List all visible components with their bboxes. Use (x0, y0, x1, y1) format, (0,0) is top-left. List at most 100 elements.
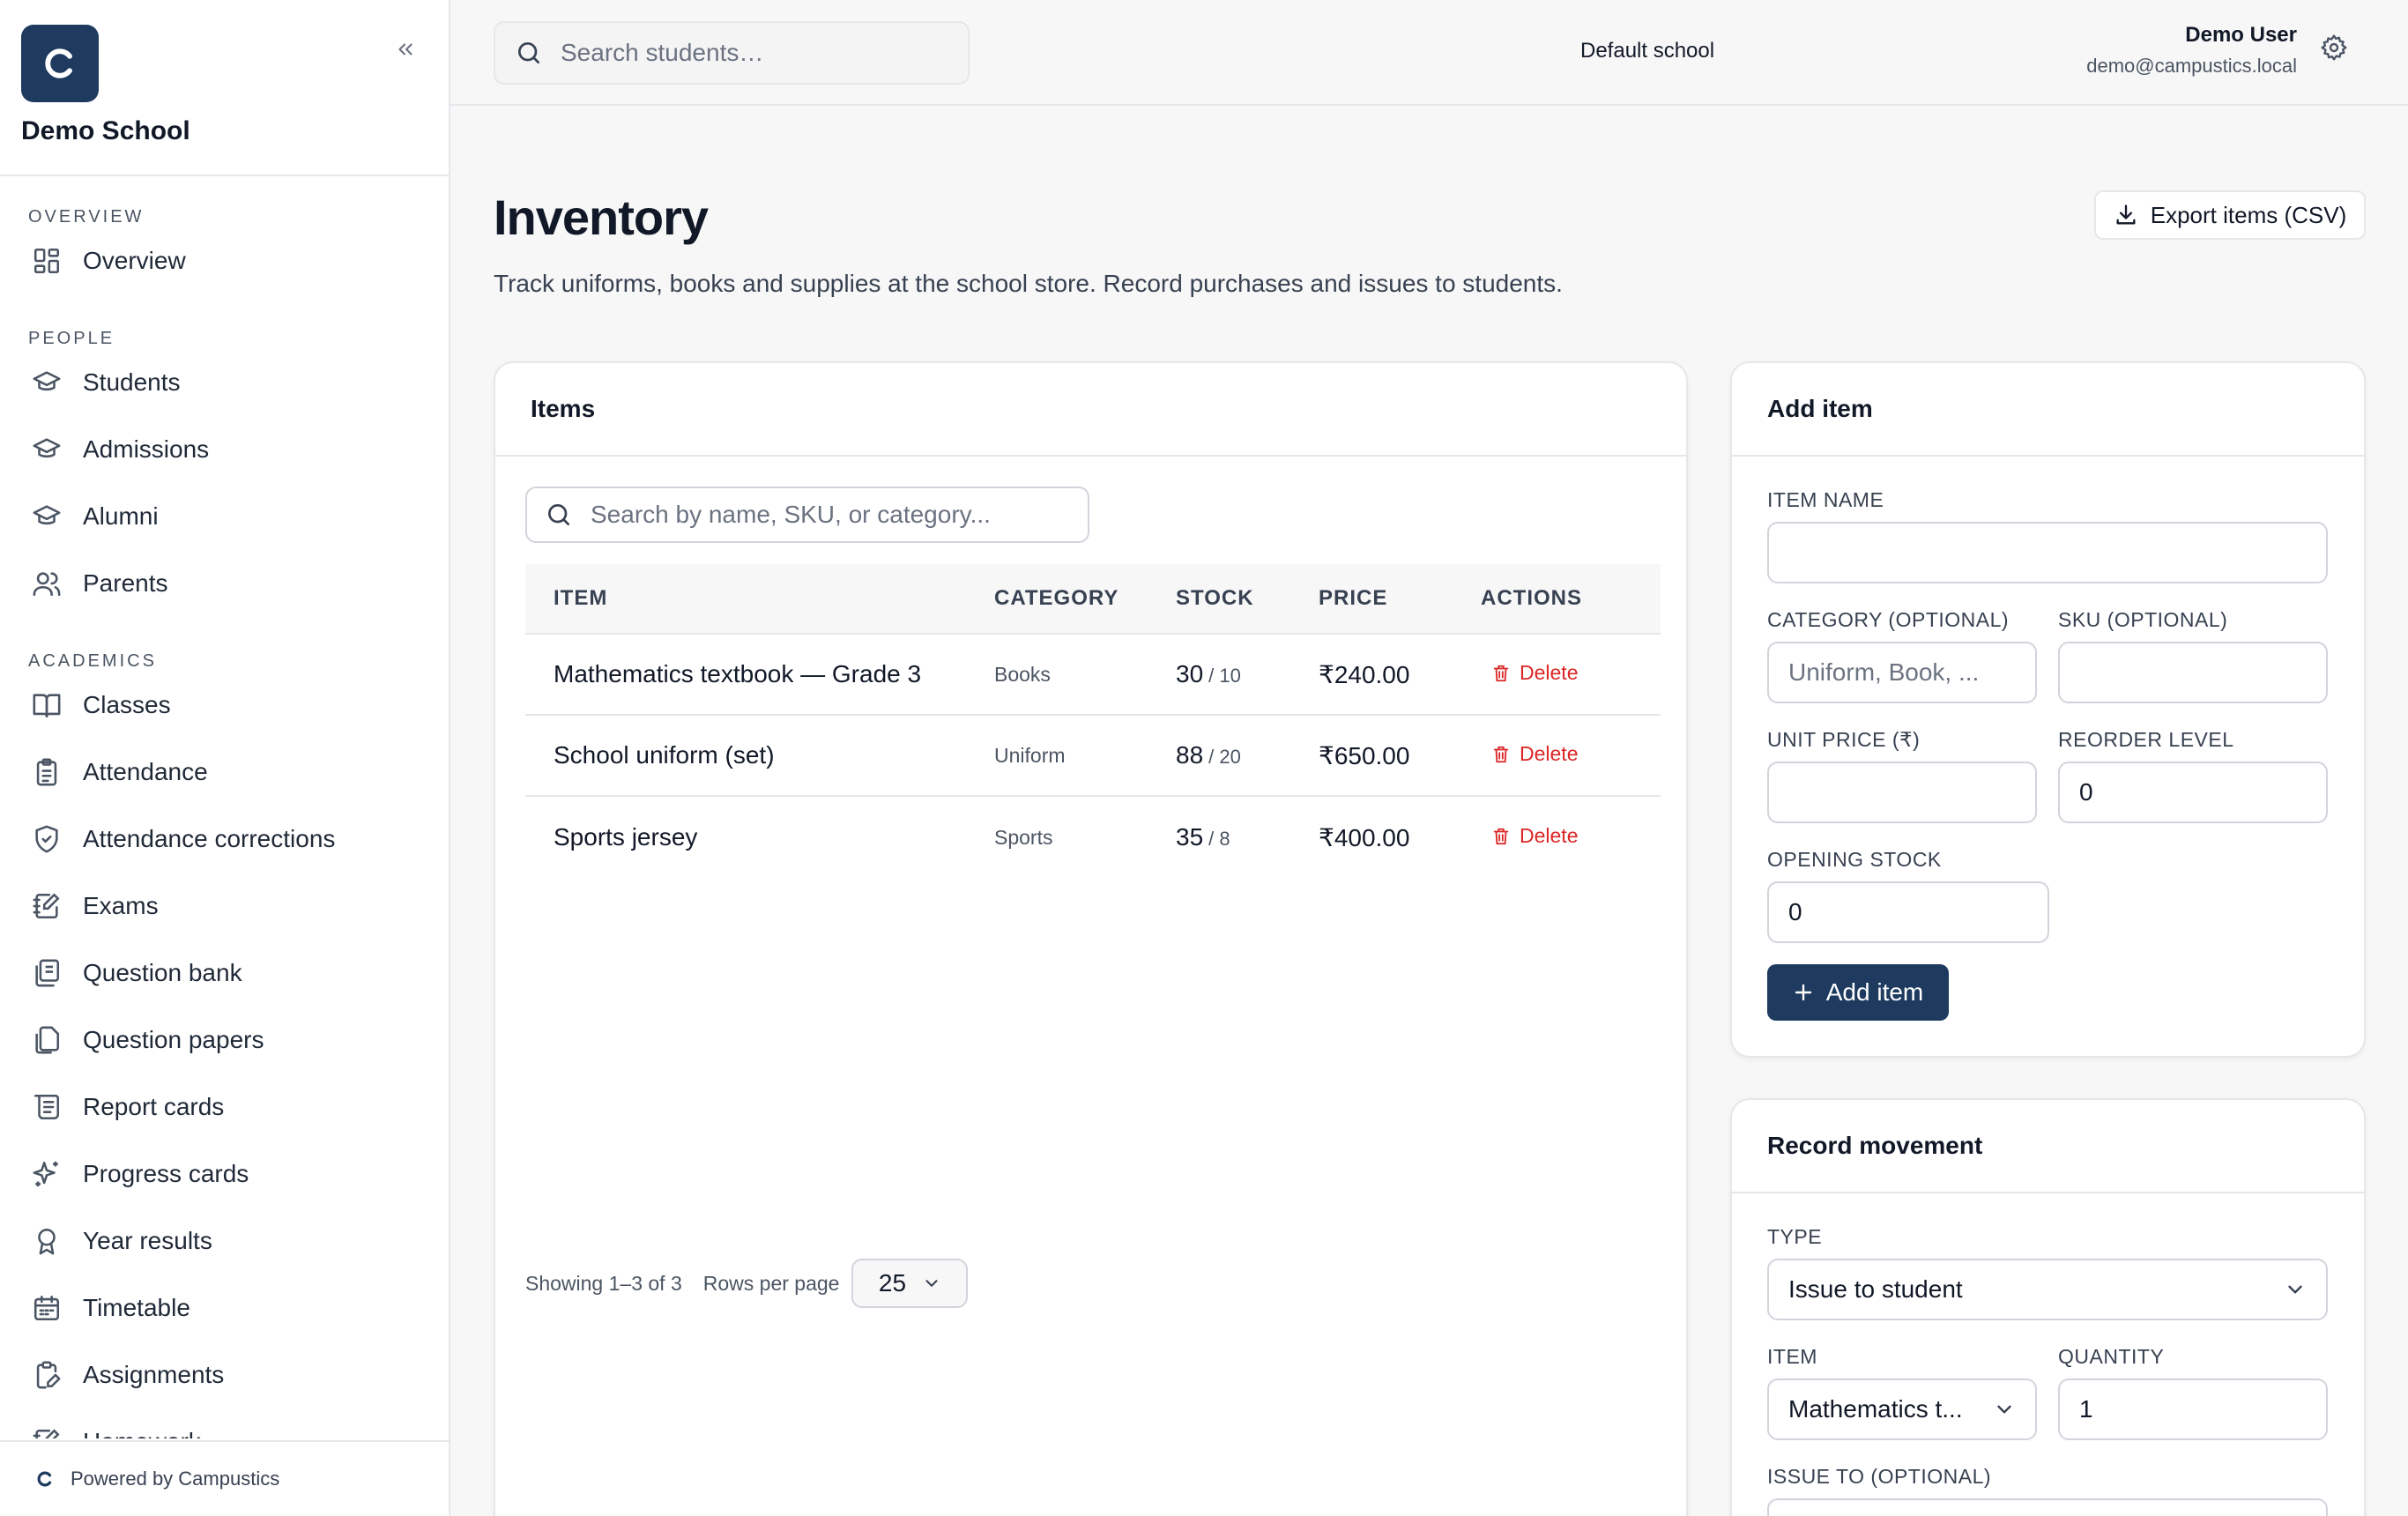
delete-label: Delete (1520, 742, 1579, 766)
sidebar-item-question-papers[interactable]: Question papers (0, 1007, 449, 1074)
sidebar-item-admissions[interactable]: Admissions (0, 416, 449, 483)
campustics-mark-icon (37, 1471, 52, 1487)
sku-input[interactable] (2079, 658, 2307, 687)
topbar: Default school Demo User demo@campustics… (450, 0, 2408, 106)
stock-quantity: 35 (1176, 823, 1204, 851)
sidebar-item-label: Overview (83, 247, 186, 274)
pagination: Showing 1–3 of 3 Rows per page 25 (525, 1259, 969, 1308)
movement-item-select[interactable]: Mathematics t... (1767, 1379, 2037, 1440)
sidebar-item-label: Admissions (83, 435, 210, 463)
sidebar-item-attendance[interactable]: Attendance (0, 739, 449, 806)
student-search[interactable] (494, 21, 970, 85)
user-menu[interactable]: Demo User demo@campustics.local (2086, 23, 2297, 78)
sidebar-item-students[interactable]: Students (0, 349, 449, 416)
items-search-input[interactable] (591, 501, 1088, 529)
sidebar-item-progress-cards[interactable]: Progress cards (0, 1141, 449, 1208)
item-category: Uniform (994, 743, 1066, 767)
table-header: ITEM CATEGORY STOCK PRICE ACTIONS (525, 564, 1661, 635)
column-header-stock[interactable]: STOCK (1176, 586, 1319, 611)
delete-button[interactable]: Delete (1481, 742, 1578, 766)
export-csv-button[interactable]: Export items (CSV) (2094, 190, 2366, 240)
sidebar-item-exams[interactable]: Exams (0, 873, 449, 940)
sku-label: SKU (OPTIONAL) (2058, 608, 2228, 631)
chevron-down-icon (1997, 1405, 2011, 1414)
school-selector[interactable]: Default school (1580, 39, 1714, 63)
sku-field[interactable] (2058, 642, 2328, 703)
sidebar-item-assignments[interactable]: Assignments (0, 1341, 449, 1408)
notebook-pen-icon (33, 893, 60, 919)
table-row[interactable]: Sports jersey Sports 35/ 8 ₹400.00 Delet… (525, 797, 1661, 878)
sidebar-item-timetable[interactable]: Timetable (0, 1274, 449, 1341)
category-label: CATEGORY (OPTIONAL) (1767, 608, 2010, 631)
sidebar: Demo School OVERVIEW Overview PEOPLE Stu… (0, 0, 450, 1516)
unit-price-field[interactable] (1767, 762, 2037, 823)
add-item-button[interactable]: Add item (1767, 964, 1949, 1021)
sidebar-footer: Powered by Campustics (0, 1440, 449, 1516)
sidebar-item-overview[interactable]: Overview (0, 227, 449, 294)
sidebar-item-label: Report cards (83, 1093, 225, 1120)
nav-section-people: PEOPLE (28, 329, 115, 348)
sidebar-item-question-bank[interactable]: Question bank (0, 940, 449, 1007)
table-row[interactable]: School uniform (set) Uniform 88/ 20 ₹650… (525, 716, 1661, 797)
sidebar-item-alumni[interactable]: Alumni (0, 483, 449, 550)
issue-to-field[interactable] (1767, 1498, 2328, 1516)
calendar-icon (33, 1295, 60, 1321)
chevron-down-icon (925, 1280, 938, 1287)
sidebar-item-attendance-corrections[interactable]: Attendance corrections (0, 806, 449, 873)
sidebar-item-label: Assignments (83, 1361, 225, 1388)
column-header-category[interactable]: CATEGORY (994, 586, 1176, 611)
settings-button[interactable] (2320, 33, 2355, 69)
item-actions: Delete (1481, 824, 1661, 851)
reorder-level-field[interactable] (2058, 762, 2328, 823)
movement-type-select[interactable]: Issue to student (1767, 1259, 2328, 1320)
sidebar-item-classes[interactable]: Classes (0, 672, 449, 739)
item-name-label: ITEM NAME (1767, 488, 1884, 511)
category-input[interactable] (1788, 658, 2016, 687)
movement-type-value: Issue to student (1788, 1275, 1963, 1303)
sidebar-item-report-cards[interactable]: Report cards (0, 1074, 449, 1141)
opening-stock-field[interactable] (1767, 881, 2049, 943)
item-stock: 35/ 8 (1176, 823, 1319, 851)
items-search[interactable] (525, 487, 1089, 543)
rows-per-page-label: Rows per page (702, 1271, 840, 1295)
item-name-input[interactable] (1788, 539, 2307, 567)
table-row[interactable]: Mathematics textbook — Grade 3 Books 30/… (525, 635, 1661, 716)
item-label: ITEM (1767, 1345, 1817, 1368)
stock-quantity: 88 (1176, 741, 1204, 769)
quantity-field[interactable] (2058, 1379, 2328, 1440)
powered-by-text: Powered by Campustics (71, 1468, 280, 1490)
items-table: ITEM CATEGORY STOCK PRICE ACTIONS Mathem… (525, 564, 1661, 878)
unit-price-input[interactable] (1788, 778, 2016, 806)
item-name-field[interactable] (1767, 522, 2328, 583)
sidebar-item-homework[interactable]: Homework (0, 1408, 449, 1438)
sidebar-nav: OVERVIEW Overview PEOPLE Students Admiss… (0, 176, 449, 1438)
category-field[interactable] (1767, 642, 2037, 703)
delete-button[interactable]: Delete (1481, 824, 1578, 848)
search-icon (518, 42, 539, 63)
sidebar-item-parents[interactable]: Parents (0, 550, 449, 617)
column-header-item[interactable]: ITEM (525, 586, 994, 611)
student-search-input[interactable] (561, 39, 968, 67)
notebook-pen-icon (33, 1429, 60, 1438)
column-header-price[interactable]: PRICE (1319, 586, 1481, 611)
items-card-title: Items (495, 363, 1686, 457)
record-movement-card: Record movement TYPE Issue to student IT… (1730, 1098, 2366, 1516)
rows-per-page-select[interactable]: 25 (851, 1259, 969, 1308)
campustics-logo[interactable] (21, 25, 99, 102)
opening-stock-input[interactable] (1788, 898, 2028, 926)
reorder-level-input[interactable] (2079, 778, 2307, 806)
page-title: Inventory (494, 190, 709, 245)
trash-icon (1493, 828, 1509, 844)
sidebar-item-label: Students (83, 368, 181, 396)
reorder-level-label: REORDER LEVEL (2058, 728, 2234, 751)
sidebar-item-label: Exams (83, 892, 159, 919)
quantity-input[interactable] (2079, 1395, 2307, 1423)
search-icon (548, 504, 569, 525)
sidebar-item-year-results[interactable]: Year results (0, 1208, 449, 1274)
grid-icon (33, 248, 60, 274)
download-icon (2116, 204, 2136, 225)
item-price: ₹240.00 (1319, 660, 1410, 688)
shield-check-icon (35, 825, 58, 853)
delete-button[interactable]: Delete (1481, 661, 1578, 685)
collapse-sidebar-button[interactable] (388, 32, 423, 67)
